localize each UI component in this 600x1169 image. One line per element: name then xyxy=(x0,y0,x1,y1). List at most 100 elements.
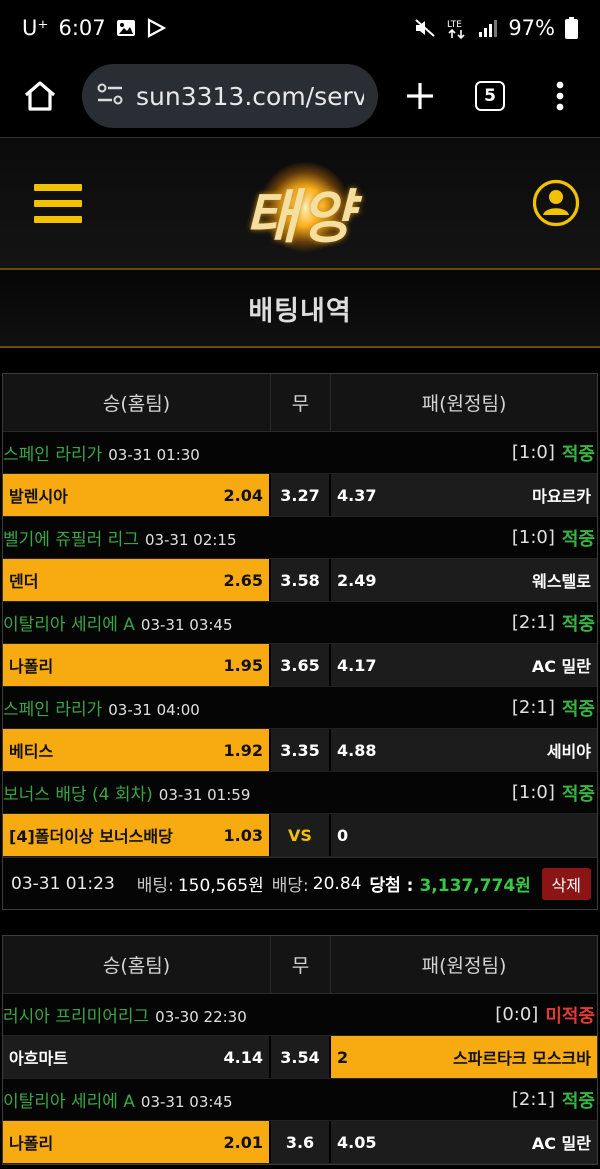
browser-toolbar: sun3313.com/serv 5 xyxy=(0,55,600,138)
column-away: 패(원정팀) xyxy=(421,393,507,415)
draw-odds-cell[interactable]: 3.54 xyxy=(271,1036,331,1078)
signal-icon xyxy=(478,18,498,38)
url-text[interactable]: sun3313.com/serv xyxy=(136,82,364,111)
league-name: 이탈리아 세리에 A xyxy=(3,615,135,635)
league-name: 이탈리아 세리에 A xyxy=(3,1092,135,1112)
match-result: 적중 xyxy=(561,528,595,550)
column-home: 승(홈팀) xyxy=(3,936,271,993)
match-time: 03-31 04:00 xyxy=(108,701,200,719)
address-bar[interactable]: sun3313.com/serv xyxy=(82,64,378,128)
home-team: 발렌시아 xyxy=(9,487,68,506)
home-odds-cell[interactable]: 베티스 1.92 xyxy=(3,729,271,771)
away-odds-cell[interactable]: 4.17 AC 밀란 xyxy=(331,644,597,686)
logo-text: 태양 xyxy=(244,183,356,251)
column-away: 패(원정팀) xyxy=(421,955,507,977)
draw-odds: 3.27 xyxy=(280,485,320,505)
site-settings-icon[interactable] xyxy=(96,83,124,109)
add-tab-icon xyxy=(407,83,433,109)
home-odds: 1.92 xyxy=(223,740,263,760)
bet-slip: 승(홈팀) 무 패(원정팀) 스페인 라리가 03-31 01:30 [1:0] 적… xyxy=(2,373,598,910)
home-odds: 1.03 xyxy=(223,825,263,845)
match-info-row: 러시아 프리미어리그 03-30 22:30 [0:0] 미적중 xyxy=(3,994,597,1035)
home-odds: 1.95 xyxy=(223,655,263,675)
away-odds-cell[interactable]: 2.49 웨스텔로 xyxy=(331,559,597,601)
page-title-bar: 배팅내역 xyxy=(0,270,600,348)
column-draw: 무 xyxy=(271,936,331,993)
match-score: [2:1] xyxy=(511,612,555,633)
away-odds-cell[interactable]: 4.37 마요르카 xyxy=(331,474,597,516)
bet-amount: 150,565원 xyxy=(177,876,264,896)
away-team: AC 밀란 xyxy=(531,1134,591,1153)
match-score: [0:0] xyxy=(495,1004,539,1025)
match-result: 적중 xyxy=(561,443,595,465)
home-odds-cell[interactable]: 발렌시아 2.04 xyxy=(3,474,271,516)
odds-row: 나폴리 2.01 3.6 4.05 AC 밀란 xyxy=(3,1120,597,1164)
lte-icon: LTE xyxy=(446,17,468,39)
away-odds-cell[interactable]: 4.05 AC 밀란 xyxy=(331,1121,597,1163)
home-team: 덴더 xyxy=(9,572,39,591)
home-team: 나폴리 xyxy=(9,657,54,676)
away-odds-cell[interactable]: 2 스파르타크 모스크바 xyxy=(331,1036,597,1078)
match-info-row: 보너스 배당 (4 회차) 03-31 01:59 [1:0] 적중 xyxy=(3,772,597,813)
clock: 6:07 xyxy=(58,15,106,40)
column-draw: 무 xyxy=(271,374,331,431)
match-result: 적중 xyxy=(561,698,595,720)
new-tab-button[interactable] xyxy=(392,68,448,124)
match-info-row: 이탈리아 세리에 A 03-31 03:45 [2:1] 적중 xyxy=(3,602,597,643)
draw-odds-cell[interactable]: 3.27 xyxy=(271,474,331,516)
away-odds: 4.37 xyxy=(337,485,377,505)
more-menu-icon xyxy=(556,81,564,111)
draw-odds-cell[interactable]: 3.35 xyxy=(271,729,331,771)
delete-button[interactable]: 삭제 xyxy=(541,867,591,900)
carrier-label: U⁺ xyxy=(22,15,49,40)
odds-row: 발렌시아 2.04 3.27 4.37 마요르카 xyxy=(3,473,597,517)
match-time: 03-31 01:59 xyxy=(158,786,251,804)
total-odds: 20.84 xyxy=(312,873,362,894)
home-button[interactable] xyxy=(12,68,68,124)
play-icon xyxy=(146,17,166,38)
status-bar: U⁺ 6:07 LTE 97% xyxy=(0,0,600,55)
odds-row: [4]폴더이상 보너스배당 1.03 VS 0 xyxy=(3,813,597,857)
home-odds-cell[interactable]: 나폴리 2.01 xyxy=(3,1121,271,1163)
home-team: [4]폴더이상 보너스배당 xyxy=(9,827,173,846)
match-result: 적중 xyxy=(561,1090,595,1112)
home-odds: 2.01 xyxy=(223,1132,263,1152)
menu-icon[interactable] xyxy=(34,183,82,223)
column-home: 승(홈팀) xyxy=(3,374,271,431)
draw-odds-cell[interactable]: 3.65 xyxy=(271,644,331,686)
more-menu-button[interactable] xyxy=(532,68,588,124)
home-team: 나폴리 xyxy=(9,1134,54,1153)
home-odds-cell[interactable]: 아흐마트 4.14 xyxy=(3,1036,271,1078)
bet-summary: 03-31 01:23 배팅: 150,565원 배당: 20.84 당첨 : … xyxy=(3,857,597,909)
match-score: [2:1] xyxy=(511,1089,555,1110)
match-info-row: 스페인 라리가 03-31 04:00 [2:1] 적중 xyxy=(3,687,597,728)
home-odds-cell[interactable]: 나폴리 1.95 xyxy=(3,644,271,686)
away-odds-cell: 0 xyxy=(331,814,597,856)
match-time: 03-31 01:30 xyxy=(108,446,200,464)
tabs-icon: 5 xyxy=(475,81,505,111)
battery-percent: 97% xyxy=(508,15,555,40)
away-team: 스파르타크 모스크바 xyxy=(452,1049,591,1068)
league-name: 스페인 라리가 xyxy=(3,445,103,465)
home-odds-cell[interactable]: 덴더 2.65 xyxy=(3,559,271,601)
home-odds: 2.04 xyxy=(223,485,263,505)
draw-odds-cell[interactable]: 3.6 xyxy=(271,1121,331,1163)
home-odds-cell[interactable]: [4]폴더이상 보너스배당 1.03 xyxy=(3,814,271,856)
away-team: AC 밀란 xyxy=(531,657,591,676)
user-account-icon[interactable] xyxy=(532,179,580,227)
odds-row: 아흐마트 4.14 3.54 2 스파르타크 모스크바 xyxy=(3,1035,597,1079)
match-result: 적중 xyxy=(561,613,595,635)
tabs-button[interactable]: 5 xyxy=(462,68,518,124)
draw-odds: 3.58 xyxy=(280,570,320,590)
site-logo[interactable]: 태양 xyxy=(190,152,410,256)
bet-amount-label: 배팅: xyxy=(136,876,174,896)
site-header: 태양 xyxy=(0,138,600,270)
match-score: [1:0] xyxy=(511,442,555,463)
home-odds: 2.65 xyxy=(223,570,263,590)
match-info-row: 벨기에 쥬필러 리그 03-31 02:15 [1:0] 적중 xyxy=(3,517,597,558)
match-time: 03-31 03:45 xyxy=(140,1093,233,1111)
away-odds-cell[interactable]: 4.88 세비야 xyxy=(331,729,597,771)
draw-odds-cell[interactable]: 3.58 xyxy=(271,559,331,601)
away-odds: 2.49 xyxy=(337,570,377,590)
page-title: 배팅내역 xyxy=(248,295,352,327)
